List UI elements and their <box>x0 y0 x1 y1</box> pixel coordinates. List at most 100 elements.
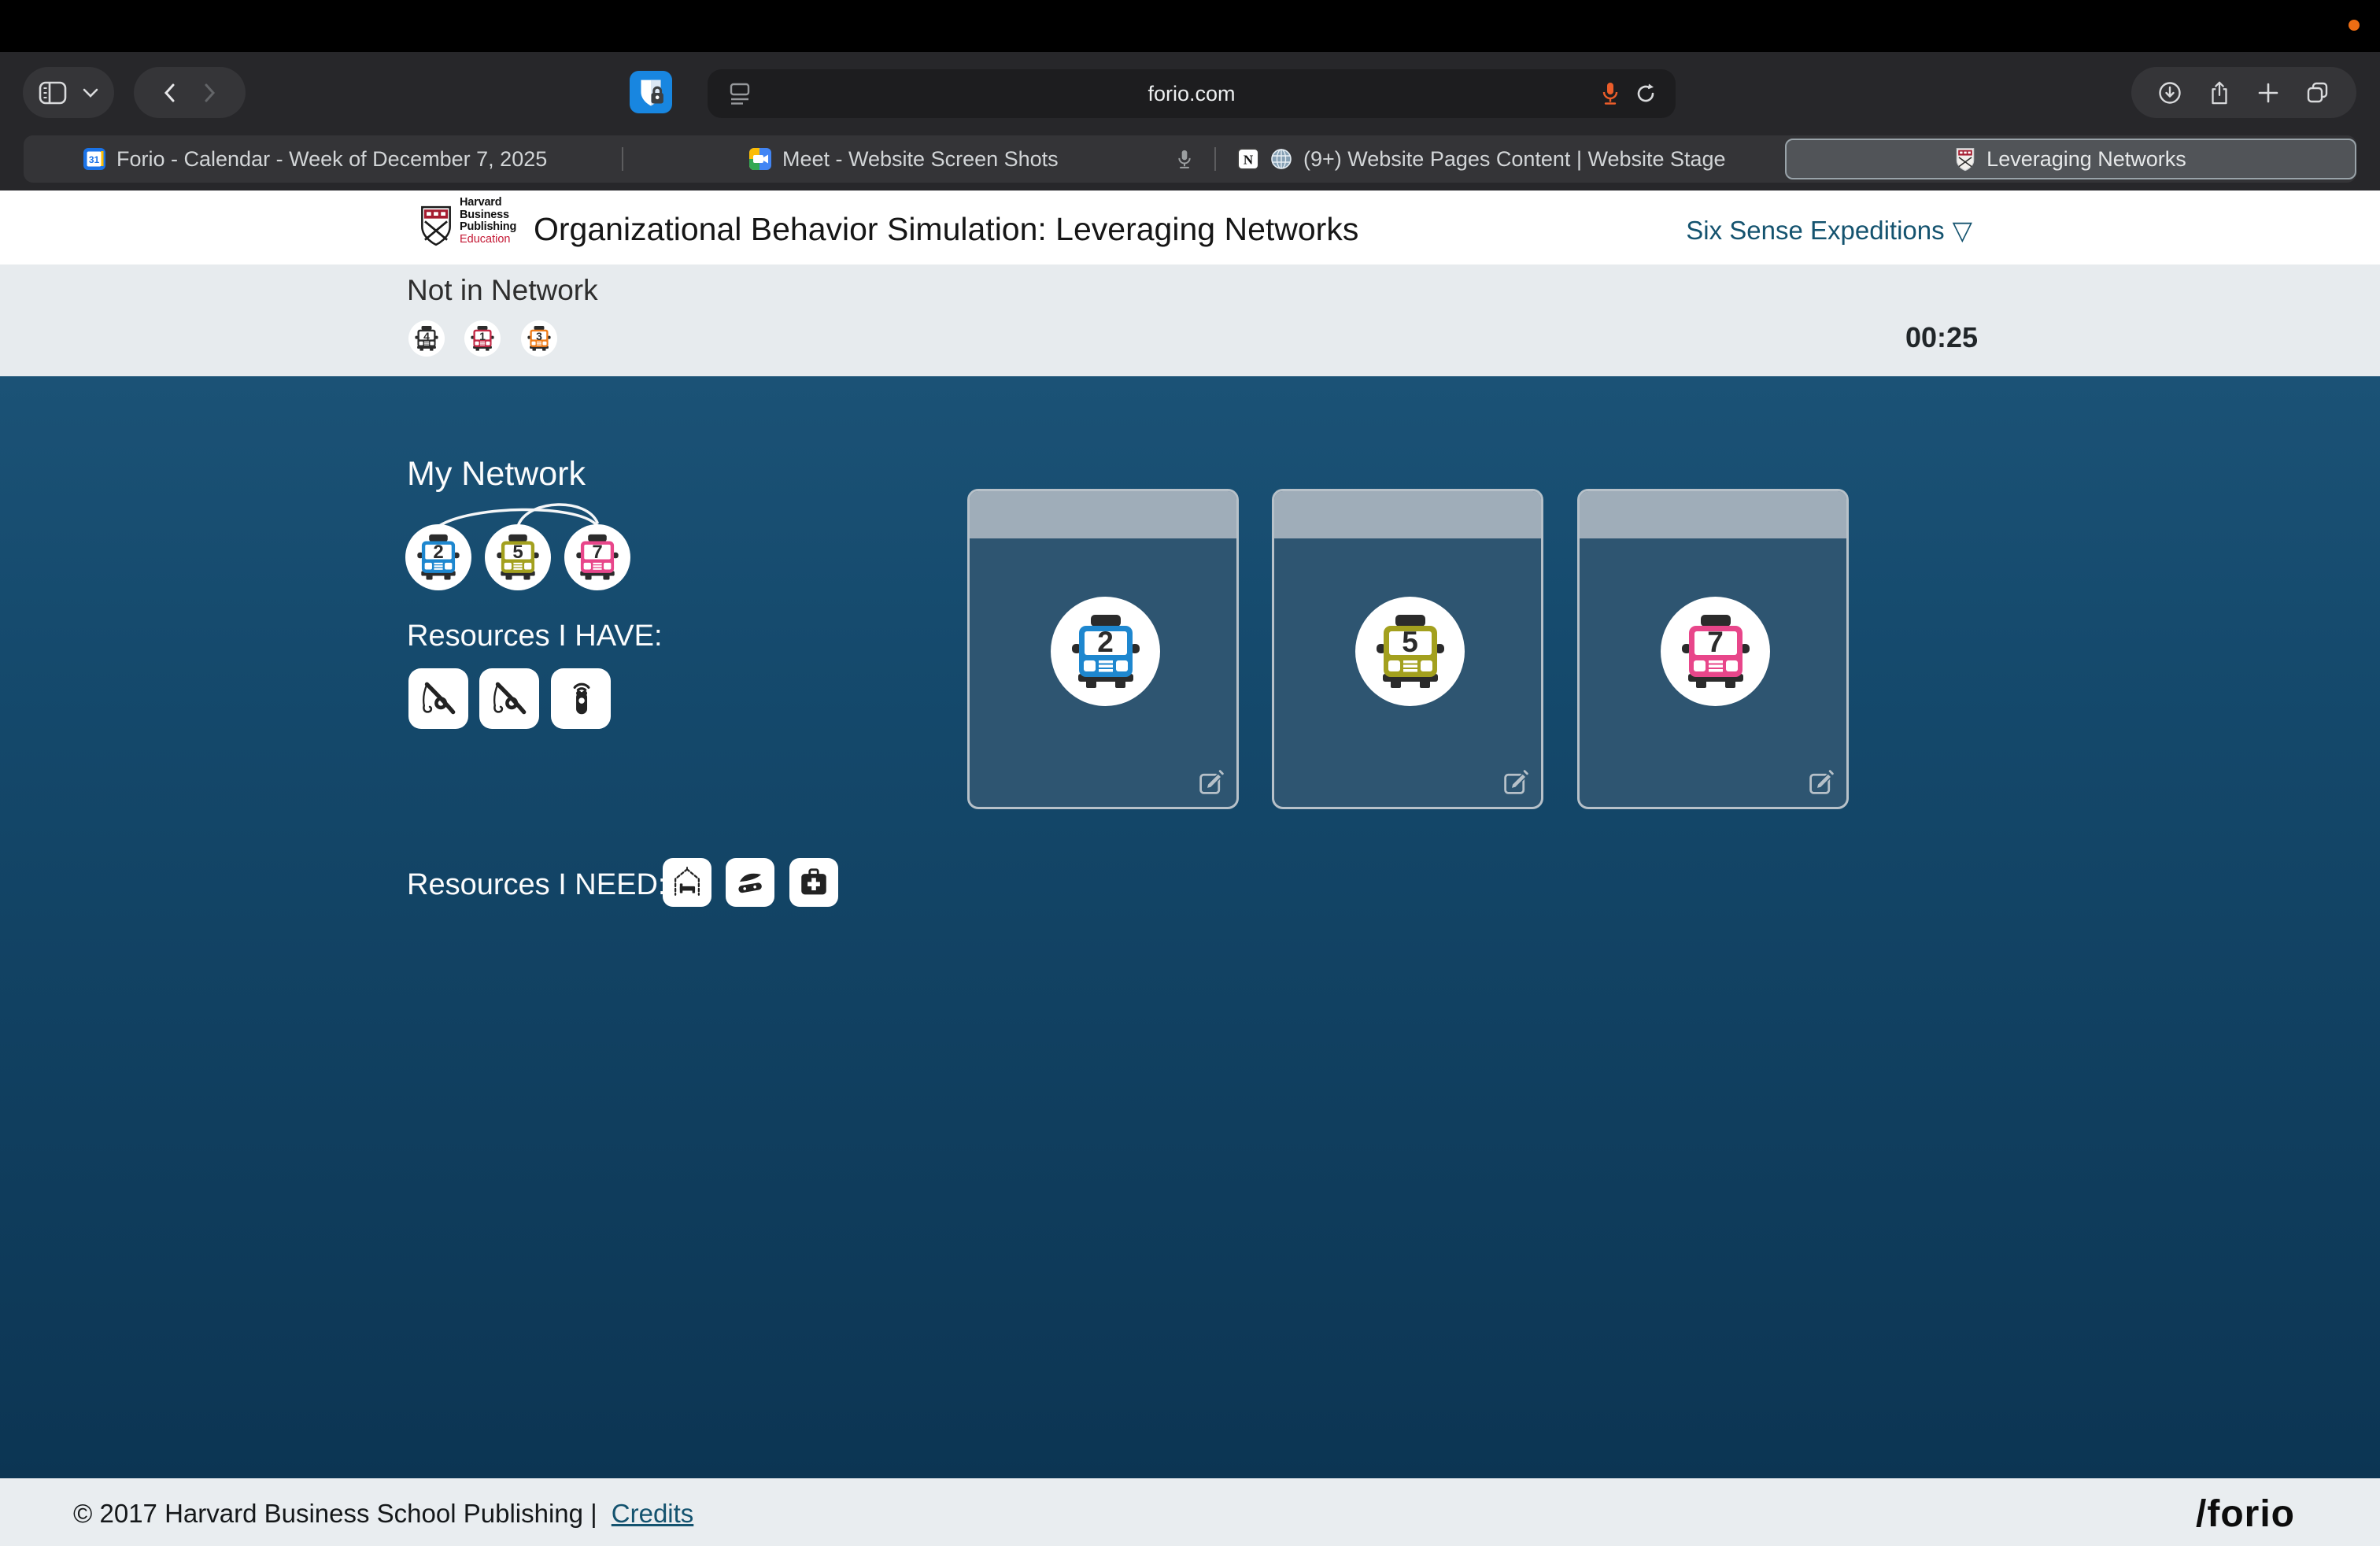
member-card-2: 2 <box>967 489 1239 809</box>
page-title: Organizational Behavior Simulation: Leve… <box>534 211 1358 248</box>
bus-number: 2 <box>405 543 471 562</box>
brand-line: Harvard <box>460 197 516 209</box>
tab-separator <box>1214 147 1216 171</box>
chevron-down-icon[interactable] <box>83 88 98 98</box>
address-bar[interactable]: forio.com <box>708 69 1676 118</box>
tab-overview-icon[interactable] <box>2306 81 2330 105</box>
window-actions <box>2131 67 2356 118</box>
member-card-header <box>970 491 1236 538</box>
password-manager-extension-icon[interactable] <box>630 71 672 113</box>
bus-number: 5 <box>1355 627 1465 656</box>
fishing-rod-icon <box>490 679 529 719</box>
resource-tile-pocket-knife[interactable] <box>726 858 774 907</box>
resources-need-heading: Resources I NEED: <box>407 868 666 902</box>
svg-text:31: 31 <box>89 154 100 165</box>
bus-avatar-network-5: 5 <box>485 524 551 590</box>
recording-indicator-dot <box>2349 20 2360 31</box>
member-card-header <box>1274 491 1541 538</box>
dictation-mic-icon[interactable] <box>1601 81 1620 106</box>
member-card-7: 7 <box>1577 489 1849 809</box>
caret-down-icon: ▽ <box>1953 215 1972 246</box>
globe-icon <box>1270 148 1292 170</box>
menu-bar <box>0 0 2380 52</box>
bus-avatar-card-5: 5 <box>1355 597 1465 706</box>
bus-number: 2 <box>1051 627 1160 656</box>
google-meet-icon <box>749 148 771 170</box>
page-footer: © 2017 Harvard Business School Publishin… <box>0 1478 2380 1546</box>
tab-label: Meet - Website Screen Shots <box>782 147 1059 172</box>
not-in-network-band: Not in Network 00:25 4 1 3 <box>0 264 2380 376</box>
resources-have-heading: Resources I HAVE: <box>407 620 663 653</box>
bus-number: 3 <box>521 331 557 342</box>
bus-number: 7 <box>564 543 630 562</box>
resource-tile-satellite-phone[interactable] <box>551 668 611 729</box>
edit-icon[interactable] <box>1807 767 1836 797</box>
fishing-rod-icon <box>419 679 458 719</box>
tab-leveraging-networks-active[interactable]: Leveraging Networks <box>1785 139 2356 179</box>
member-card-header <box>1580 491 1846 538</box>
satellite-phone-icon <box>561 679 601 719</box>
site-header: Harvard Business Publishing Education Or… <box>0 190 2380 264</box>
forio-logo: /forio <box>2196 1492 2295 1536</box>
browser-chrome: forio.com 31 Forio - Calendar - Week of … <box>0 52 2380 190</box>
team-menu-dropdown[interactable]: Six Sense Expeditions ▽ <box>1686 215 1972 246</box>
resource-tile-fishing-rod[interactable] <box>408 668 468 729</box>
first-aid-kit-icon <box>797 866 830 899</box>
credits-link[interactable]: Credits <box>612 1499 694 1528</box>
bus-avatar-network-7: 7 <box>564 524 630 590</box>
tab-label: (9+) Website Pages Content | Website Sta… <box>1303 147 1726 172</box>
resource-tile-first-aid-kit[interactable] <box>789 858 838 907</box>
sidebar-toggle-icon[interactable] <box>39 81 67 105</box>
brand-line: Business <box>460 209 516 222</box>
bus-avatar-card-7: 7 <box>1661 597 1770 706</box>
resource-tile-fishing-rod[interactable] <box>479 668 539 729</box>
resource-tile-tent[interactable] <box>663 858 711 907</box>
tab-bar: 31 Forio - Calendar - Week of December 7… <box>24 135 2356 183</box>
simulation-main: My Network 2 5 7 Resources I HAVE: <box>0 376 2380 1478</box>
bus-avatar-not-in-network-2: 1 <box>464 320 501 357</box>
tab-notion[interactable]: N (9+) Website Pages Content | Website S… <box>1237 135 1726 183</box>
team-menu-label: Six Sense Expeditions <box>1686 216 1944 246</box>
new-tab-icon[interactable] <box>2257 82 2279 104</box>
bus-number: 4 <box>408 331 445 342</box>
tab-label: Leveraging Networks <box>1986 147 2186 172</box>
svg-text:N: N <box>1244 153 1254 168</box>
bus-avatar-not-in-network-3: 3 <box>521 320 557 357</box>
brand-education: Education <box>460 234 516 246</box>
downloads-icon[interactable] <box>2158 81 2182 105</box>
edit-icon[interactable] <box>1502 767 1531 797</box>
not-in-network-heading: Not in Network <box>407 274 598 307</box>
harvard-shield-favicon <box>1955 147 1975 172</box>
hbp-logo-text: Harvard Business Publishing Education <box>460 197 516 246</box>
reload-icon[interactable] <box>1635 83 1657 105</box>
google-calendar-icon: 31 <box>83 148 105 170</box>
bus-number: 1 <box>464 331 501 342</box>
tab-label: Forio - Calendar - Week of December 7, 2… <box>116 147 547 172</box>
nav-controls <box>134 67 246 118</box>
copyright-label: © 2017 Harvard Business School Publishin… <box>73 1499 597 1528</box>
countdown-timer: 00:25 <box>1905 321 1978 354</box>
notion-icon: N <box>1237 148 1259 170</box>
tab-separator <box>622 147 623 171</box>
bus-number: 5 <box>485 543 551 562</box>
edit-icon[interactable] <box>1197 767 1226 797</box>
back-icon[interactable] <box>164 83 175 102</box>
sidebar-controls <box>23 67 114 118</box>
bus-number: 7 <box>1661 627 1770 656</box>
brand-line: Publishing <box>460 221 516 234</box>
tab-calendar[interactable]: 31 Forio - Calendar - Week of December 7… <box>83 135 547 183</box>
share-icon[interactable] <box>2208 80 2230 105</box>
url-text[interactable]: forio.com <box>708 82 1676 106</box>
bus-avatar-not-in-network-1: 4 <box>408 320 445 357</box>
copyright-text: © 2017 Harvard Business School Publishin… <box>73 1499 693 1529</box>
bus-avatar-network-2: 2 <box>405 524 471 590</box>
tent-shelter-icon <box>671 866 704 899</box>
member-card-5: 5 <box>1272 489 1543 809</box>
tab-meet[interactable]: Meet - Website Screen Shots <box>749 135 1059 183</box>
screen: forio.com 31 Forio - Calendar - Week of … <box>0 0 2380 1546</box>
forward-icon[interactable] <box>205 83 216 102</box>
tab-audio-mic-icon[interactable] <box>1177 149 1192 170</box>
hbp-logo-shield <box>420 205 452 246</box>
pocket-knife-icon <box>734 866 767 899</box>
bus-avatar-card-2: 2 <box>1051 597 1160 706</box>
